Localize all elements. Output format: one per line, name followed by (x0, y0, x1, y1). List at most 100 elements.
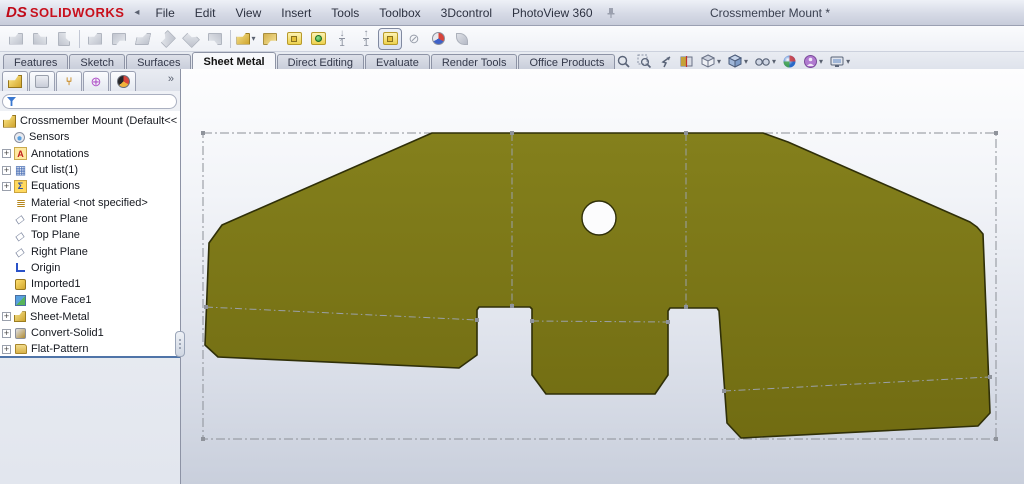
tree-item-material[interactable]: ≣ Material <not specified> (0, 194, 180, 210)
expand-icon[interactable]: + (2, 345, 11, 354)
closed-corner-icon[interactable] (155, 28, 179, 50)
cross-break-icon[interactable] (131, 28, 155, 50)
handle[interactable] (994, 437, 998, 441)
forming-tool-icon[interactable] (203, 28, 227, 50)
tab-surfaces[interactable]: Surfaces (126, 54, 191, 69)
menu-photoview360[interactable]: PhotoView 360 (502, 2, 603, 24)
dimxpertmanager-tab[interactable]: ⊕ (83, 71, 109, 91)
handle[interactable] (530, 319, 534, 323)
tab-render-tools[interactable]: Render Tools (431, 54, 518, 69)
tab-features[interactable]: Features (3, 54, 68, 69)
handle[interactable] (994, 131, 998, 135)
toolbar-separator (79, 30, 80, 48)
graphics-viewport[interactable] (181, 69, 1024, 484)
handle[interactable] (204, 305, 208, 309)
handle[interactable] (722, 389, 726, 393)
expand-icon[interactable]: + (2, 149, 11, 158)
expand-icon[interactable]: + (2, 166, 11, 175)
handle[interactable] (684, 305, 688, 309)
expand-icon[interactable]: + (2, 182, 11, 191)
tree-root[interactable]: Crossmember Mount (Default<< (0, 113, 180, 129)
tree-filter-box[interactable] (2, 94, 177, 109)
panel-splitter-handle[interactable] (175, 331, 185, 357)
view-settings-icon[interactable]: ▾ (827, 52, 852, 70)
flat-pattern-icon (14, 343, 27, 356)
no-bends-icon[interactable]: ⊘ (402, 28, 426, 50)
lofted-bend-icon[interactable] (282, 28, 306, 50)
convert-solid-icon (14, 327, 27, 340)
tab-evaluate[interactable]: Evaluate (365, 54, 430, 69)
miter-flange-icon[interactable] (28, 28, 52, 50)
jog-icon[interactable] (83, 28, 107, 50)
origin-icon (14, 261, 27, 274)
menu-file[interactable]: File (145, 2, 184, 24)
expand-icon[interactable]: + (2, 312, 11, 321)
swept-flange-icon[interactable] (306, 28, 330, 50)
tab-direct-editing[interactable]: Direct Editing (277, 54, 364, 69)
flat-pattern-canvas (181, 69, 1024, 484)
tree-item-right-plane[interactable]: ◇ Right Plane (0, 243, 180, 259)
tree-item-front-plane[interactable]: ◇ Front Plane (0, 211, 180, 227)
display-style-icon[interactable]: ▾ (725, 52, 750, 70)
menu-tools[interactable]: Tools (321, 2, 369, 24)
menu-toolbox[interactable]: Toolbox (369, 2, 430, 24)
apply-scene-icon[interactable]: ▾ (801, 52, 825, 70)
previous-view-icon[interactable] (656, 52, 675, 70)
tree-item-top-plane[interactable]: ◇ Top Plane (0, 227, 180, 243)
handle[interactable] (666, 320, 670, 324)
tree-item-equations[interactable]: + Σ Equations (0, 178, 180, 194)
tab-sheet-metal[interactable]: Sheet Metal (192, 52, 275, 69)
handle[interactable] (510, 304, 514, 308)
zoom-to-area-icon[interactable] (635, 52, 654, 70)
handle[interactable] (201, 437, 205, 441)
corner-relief-icon[interactable] (179, 28, 203, 50)
configurationmanager-icon: ⑂ (62, 75, 76, 88)
configurationmanager-tab[interactable]: ⑂ (56, 71, 82, 91)
tree-item-sheet-metal[interactable]: + Sheet-Metal (0, 309, 180, 325)
tab-sketch[interactable]: Sketch (69, 54, 125, 69)
edge-flange-icon[interactable] (4, 28, 28, 50)
edit-appearance-icon[interactable] (780, 52, 799, 70)
propertymanager-tab[interactable] (29, 71, 55, 91)
tree-item-imported1[interactable]: Imported1 (0, 276, 180, 292)
unfold-icon[interactable]: ↓1 (330, 28, 354, 50)
tree-item-convert-solid1[interactable]: + Convert-Solid1 (0, 325, 180, 341)
zoom-to-fit-icon[interactable] (614, 52, 633, 70)
tree-item-annotations[interactable]: + A Annotations (0, 146, 180, 162)
sketched-bend-icon[interactable] (107, 28, 131, 50)
section-view-icon[interactable] (677, 52, 696, 70)
handle[interactable] (684, 131, 688, 135)
part-hole[interactable] (582, 201, 616, 235)
panel-overflow-chevron[interactable]: » (168, 73, 174, 85)
displaymanager-tab[interactable] (110, 71, 136, 91)
menu-edit[interactable]: Edit (185, 2, 226, 24)
tree-item-sensors[interactable]: Sensors (0, 129, 180, 145)
tree-item-move-face1[interactable]: Move Face1 (0, 292, 180, 308)
menu-3dcontrol[interactable]: 3Dcontrol (431, 2, 502, 24)
view-orientation-icon[interactable]: ▾ (698, 52, 723, 70)
rip-icon[interactable] (426, 28, 450, 50)
fold-icon[interactable]: ↑1 (354, 28, 378, 50)
menu-pin-icon[interactable] (605, 7, 617, 19)
menu-insert[interactable]: Insert (271, 2, 321, 24)
handle[interactable] (988, 375, 992, 379)
flatten-button[interactable] (378, 28, 402, 50)
menu-collapse-icon[interactable]: ◂ (134, 7, 139, 18)
handle[interactable] (201, 131, 205, 135)
tree-item-origin[interactable]: Origin (0, 260, 180, 276)
tab-office-products[interactable]: Office Products (518, 54, 615, 69)
handle[interactable] (475, 318, 479, 322)
menu-view[interactable]: View (225, 2, 271, 24)
insert-bends-icon[interactable] (450, 28, 474, 50)
hem-icon[interactable] (52, 28, 76, 50)
tree-item-flat-pattern[interactable]: + Flat-Pattern (0, 341, 180, 357)
handle[interactable] (510, 131, 514, 135)
flat-pattern-face[interactable] (205, 133, 990, 438)
hide-show-items-icon[interactable]: ▾ (752, 52, 778, 70)
base-flange-icon[interactable]: ▾ (234, 28, 258, 50)
featuremanager-tab[interactable] (2, 71, 28, 91)
expand-icon[interactable]: + (2, 329, 11, 338)
part-icon (3, 115, 16, 128)
tree-item-cut-list[interactable]: + ▦ Cut list(1) (0, 162, 180, 178)
convert-to-sheet-metal-icon[interactable] (258, 28, 282, 50)
